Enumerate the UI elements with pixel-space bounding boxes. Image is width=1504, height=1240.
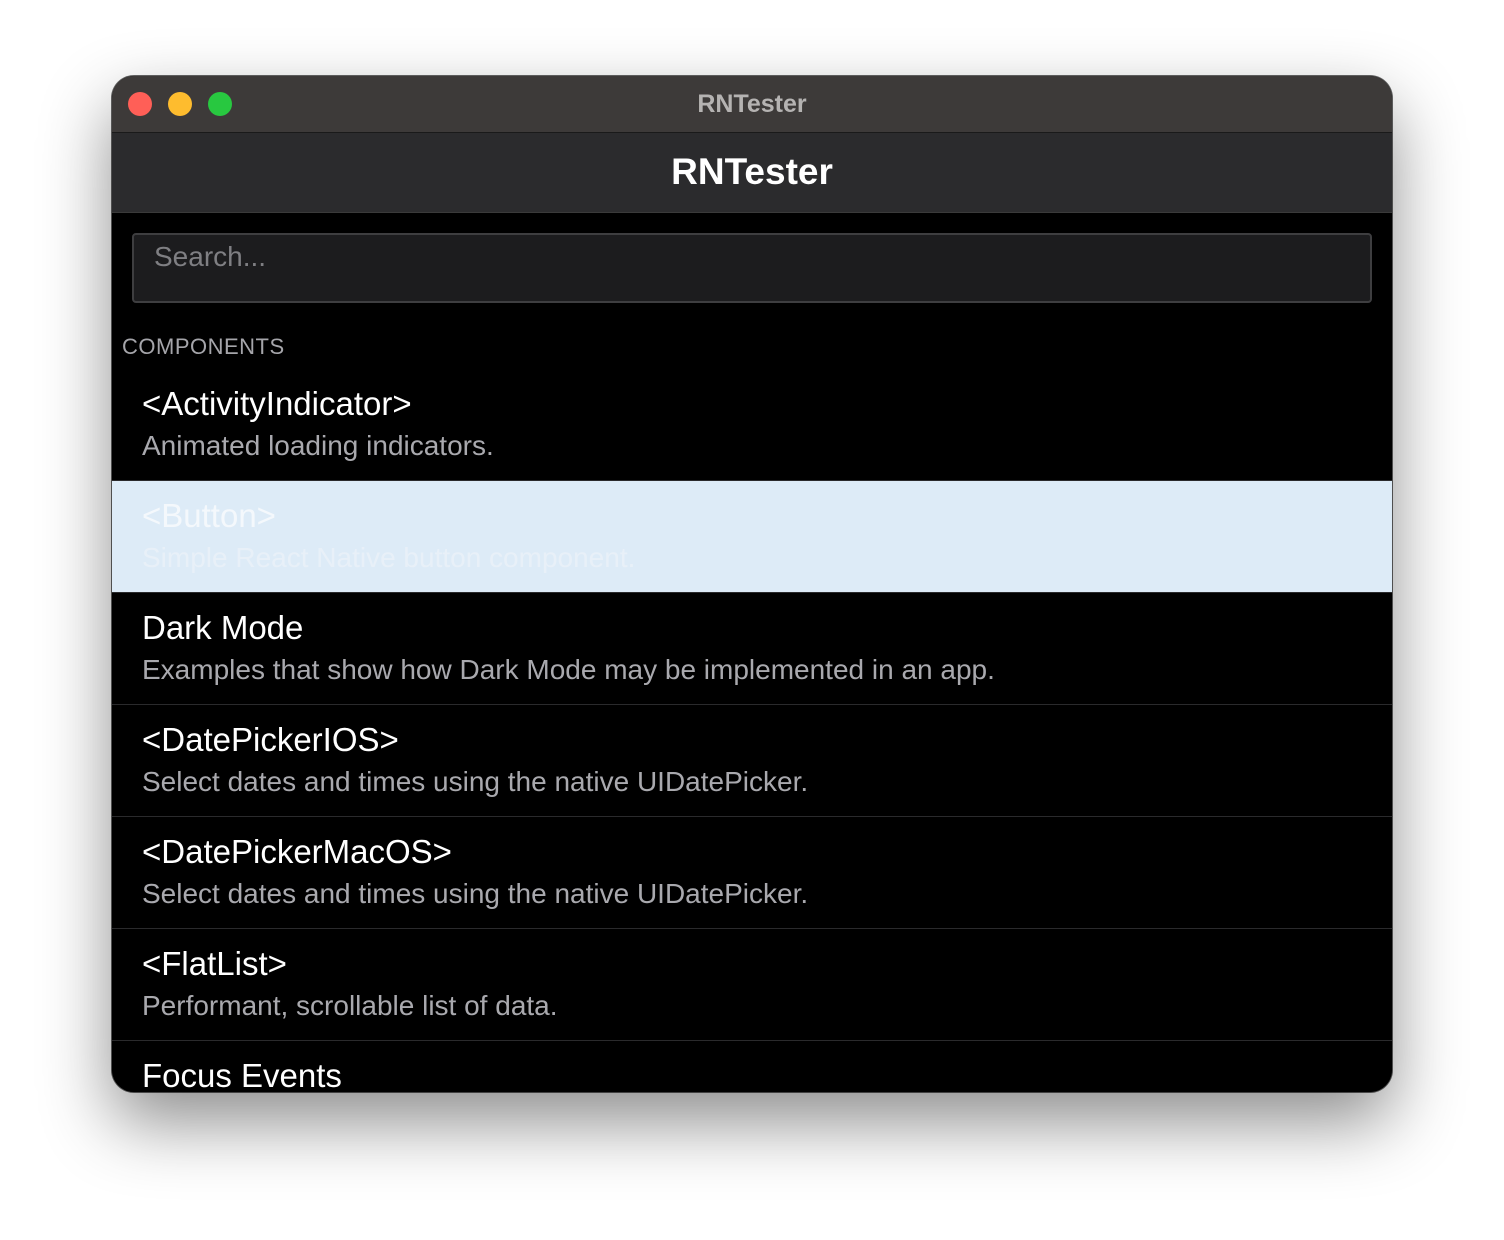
window-title: RNTester	[697, 90, 807, 118]
list-item-title: <ActivityIndicator>	[142, 385, 412, 422]
title-bar[interactable]: RNTester	[112, 76, 1392, 133]
navigation-bar: RNTester	[112, 133, 1392, 213]
list-item-activity-indicator[interactable]: <ActivityIndicator> Animated loading ind…	[112, 369, 1392, 481]
list-item-title: Dark Mode	[142, 609, 304, 646]
list-item-description: Select dates and times using the native …	[142, 878, 809, 909]
list-item-description: Animated loading indicators.	[142, 430, 494, 461]
list-item-description: Performant, scrollable list of data.	[142, 990, 558, 1021]
list-item-description: Select dates and times using the native …	[142, 766, 809, 797]
list-item-title: <Button>	[142, 497, 276, 534]
list-item-description: Simple React Native button component.	[142, 542, 636, 573]
component-list[interactable]: <ActivityIndicator> Animated loading ind…	[112, 369, 1392, 1092]
list-item-title: <DatePickerIOS>	[142, 721, 399, 758]
list-item-button[interactable]: <Button> Simple React Native button comp…	[112, 481, 1392, 593]
list-item-title: Focus Events	[142, 1057, 342, 1092]
app-window: RNTester RNTester COMPONENTS <ActivityIn…	[112, 76, 1392, 1092]
list-item-description: Examples that show how Dark Mode may be …	[142, 654, 995, 685]
list-item-flat-list[interactable]: <FlatList> Performant, scrollable list o…	[112, 929, 1392, 1041]
page-title: RNTester	[671, 151, 833, 192]
search-box[interactable]	[132, 233, 1372, 303]
section-header: COMPONENTS	[122, 334, 285, 359]
list-item-title: <DatePickerMacOS>	[142, 833, 452, 870]
list-item-date-picker-ios[interactable]: <DatePickerIOS> Select dates and times u…	[112, 705, 1392, 817]
list-item-date-picker-macos[interactable]: <DatePickerMacOS> Select dates and times…	[112, 817, 1392, 929]
list-item-dark-mode[interactable]: Dark Mode Examples that show how Dark Mo…	[112, 593, 1392, 705]
search-input[interactable]	[134, 235, 1370, 301]
list-item-focus-events[interactable]: Focus Events	[112, 1041, 1392, 1092]
list-item-title: <FlatList>	[142, 945, 287, 982]
